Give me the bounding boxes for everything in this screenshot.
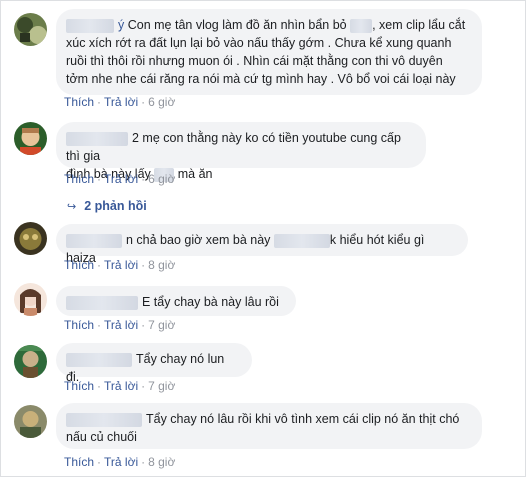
reply-arrow-icon: ↪ [67,201,77,213]
redacted-name [66,233,122,248]
like-link[interactable]: Thích [64,455,94,469]
reply-link[interactable]: Trả lời [104,172,138,186]
comment-bubble: Tẩy chay nó lâu rồi khi vô tình xem cái … [56,403,482,449]
reply-link[interactable]: Trả lời [104,258,138,272]
comment-time[interactable]: 7 giờ [148,318,175,332]
redacted-name [66,18,114,33]
avatar[interactable] [14,222,47,255]
redacted-name [66,295,138,310]
comment-actions: Thích · Trả lời · 6 giờ [64,95,176,109]
comment-bubble: Tẩy chay nó lun đi. [56,343,252,384]
reply-link[interactable]: Trả lời [104,455,138,469]
comment-time[interactable]: 7 giờ [148,379,175,393]
avatar-photo-icon [14,405,47,438]
comment-time[interactable]: 6 giờ [148,172,175,186]
comment-text: nấu củ chuối [66,430,137,444]
comment-time[interactable]: 8 giờ [148,455,175,469]
comment-text: E tẩy chay bà này lâu rồi [142,295,279,309]
avatar-photo-icon [14,122,47,155]
avatar[interactable] [14,405,47,438]
comment-time[interactable]: 6 giờ [148,95,175,109]
redacted-name [66,352,132,367]
avatar[interactable] [14,122,47,155]
comment-text: , xem clip lẩu cắt [372,18,466,32]
like-link[interactable]: Thích [64,318,94,332]
redacted-name [66,131,128,146]
avatar-photo-icon [14,13,47,46]
replies-count-label: 2 phản hồi [84,199,147,213]
comment-text: mà ăn [174,167,213,181]
comment-actions: Thích · Trả lời · 8 giờ [64,455,176,469]
avatar[interactable] [14,283,47,316]
view-replies-link[interactable]: ↪ 2 phản hồi [67,199,147,213]
reply-link[interactable]: Trả lời [104,379,138,393]
like-link[interactable]: Thích [64,379,94,393]
comment-text: ruồi thì thôi rồi nhưng muon ói . Nhìn c… [66,54,443,68]
reply-link[interactable]: Trả lời [104,318,138,332]
redacted-word [273,233,330,248]
comment-text: Tẩy chay nó lâu rồi khi vô tình xem cái … [146,412,460,426]
like-link[interactable]: Thích [64,95,94,109]
comment-time[interactable]: 8 giờ [148,258,175,272]
comment-actions: Thích · Trả lời · 7 giờ [64,318,176,332]
comment-text: n chả bao giờ xem bà này [126,233,274,247]
avatar-photo-icon [14,283,47,316]
like-link[interactable]: Thích [64,172,94,186]
avatar[interactable] [14,13,47,46]
comment-text: tởm nhe nhe cái răng ra nói mà cứ tg mìn… [66,72,456,86]
comment-bubble: ý Con mẹ tân vlog làm đồ ăn nhìn bẩn bỏ … [56,9,482,95]
reply-link[interactable]: Trả lời [104,95,138,109]
comment-bubble: E tẩy chay bà này lâu rồi [56,286,296,316]
comment-bubble: 2 mẹ con thằng này ko có tiền youtube cu… [56,122,426,182]
redacted-word [350,18,373,33]
comment-actions: Thích · Trả lời · 7 giờ [64,379,176,393]
name-suffix: ý [118,18,125,32]
like-link[interactable]: Thích [64,258,94,272]
comment-text: xúc xích rớt ra đất lụn lại bỏ vào nấu t… [66,36,452,50]
comment-actions: Thích · Trả lời · 8 giờ [64,258,176,272]
redacted-name [66,412,142,427]
comment-text: Con mẹ tân vlog làm đồ ăn nhìn bẩn bỏ [127,18,351,32]
comment-actions: Thích · Trả lời · 6 giờ [64,172,176,186]
avatar-photo-icon [14,345,47,378]
avatar-photo-icon [14,222,47,255]
comment-bubble: n chả bao giờ xem bà này k hiểu hót kiểu… [56,224,468,265]
avatar[interactable] [14,345,47,378]
